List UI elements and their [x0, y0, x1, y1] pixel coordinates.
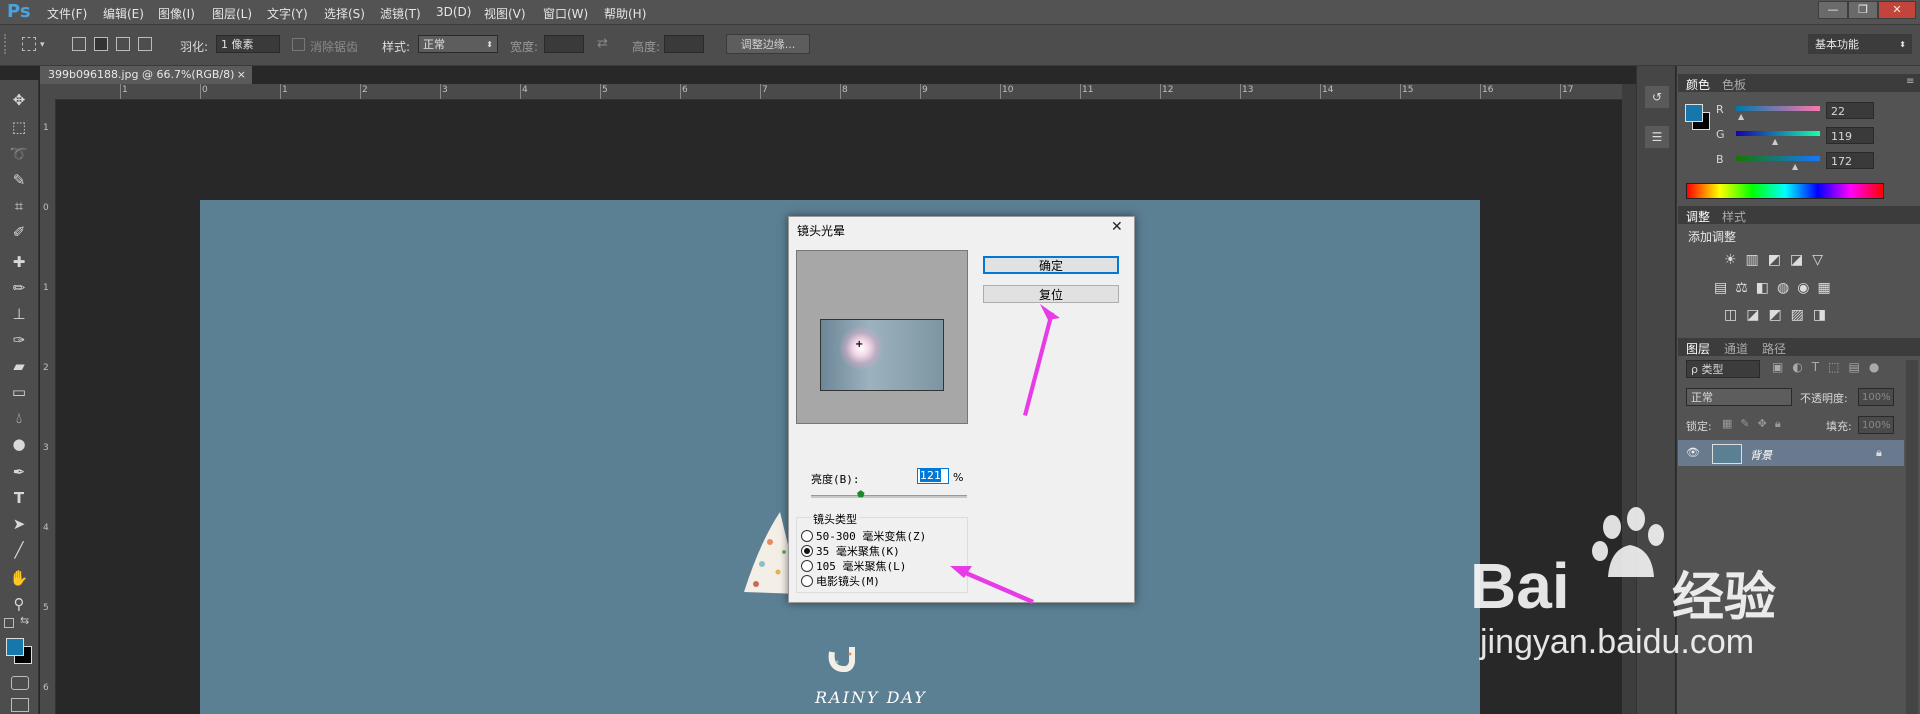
- baidu-paw-logo: [1592, 507, 1664, 577]
- annotation-arrowhead-reset: [1040, 304, 1060, 320]
- annotation-overlay: [950, 304, 1060, 604]
- annotation-arrow-lens: [958, 568, 1034, 604]
- watermark-brand-cn: 经验: [1672, 568, 1777, 628]
- watermark-brand: Bai: [1470, 550, 1570, 622]
- annotation-arrow-reset: [1023, 312, 1054, 416]
- watermark-url: jingyan.baidu.com: [1480, 623, 1755, 661]
